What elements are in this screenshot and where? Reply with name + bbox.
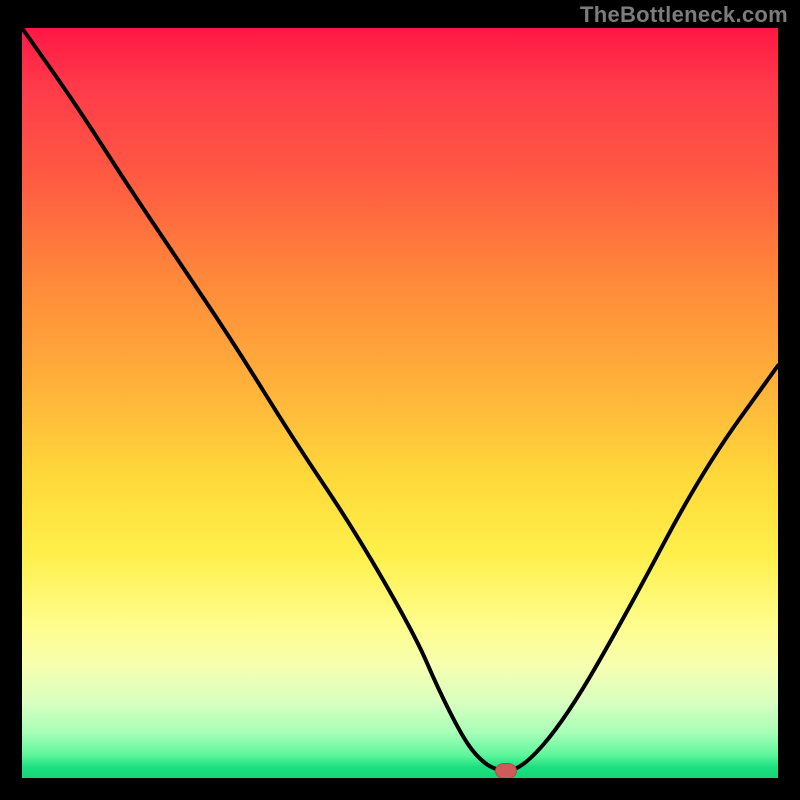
plot-area xyxy=(22,28,778,778)
chart-frame: TheBottleneck.com xyxy=(0,0,800,800)
curve-overlay xyxy=(22,28,778,778)
optimal-marker xyxy=(495,763,517,779)
watermark-text: TheBottleneck.com xyxy=(580,2,788,28)
bottleneck-curve xyxy=(22,28,778,771)
